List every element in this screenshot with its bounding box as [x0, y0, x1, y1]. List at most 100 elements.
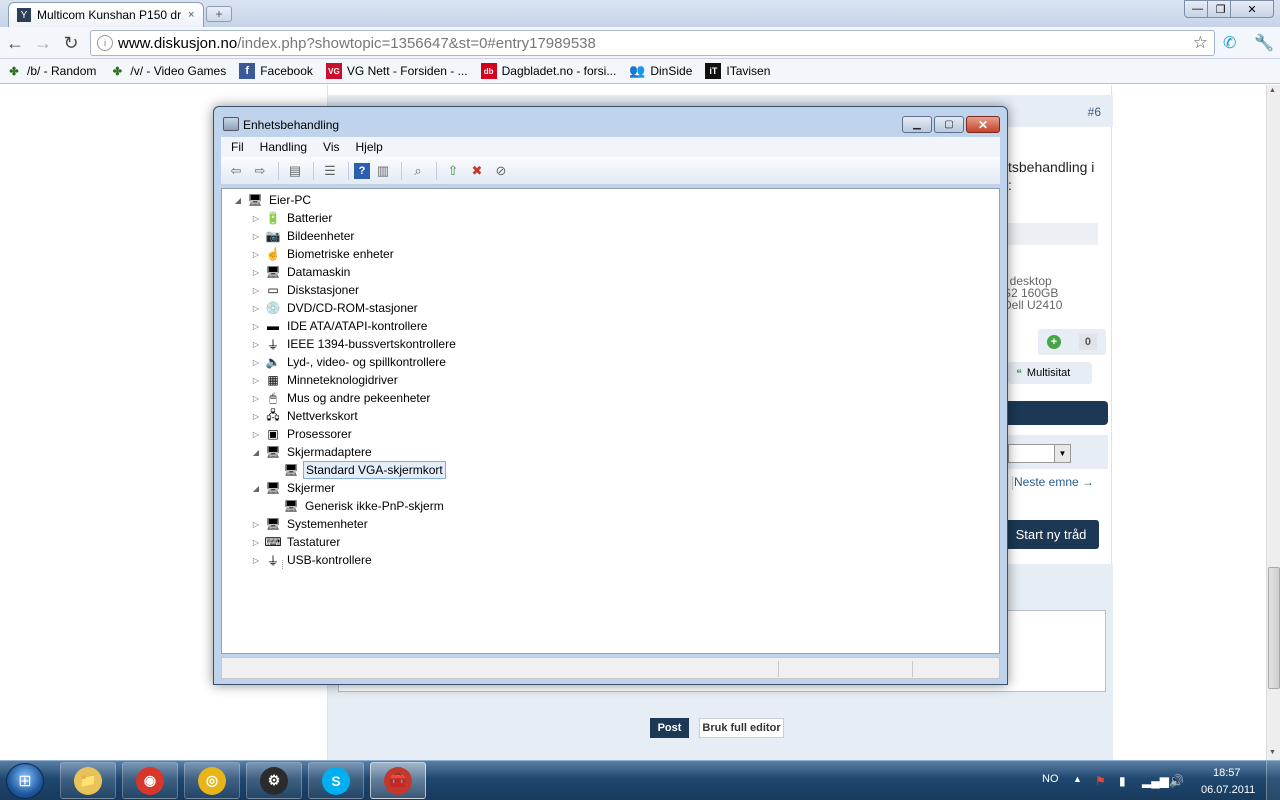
scroll-up-icon[interactable]: ▲	[1269, 87, 1276, 94]
tree-category[interactable]: ▷ 🖱 Mus og andre pekeenheter	[250, 389, 432, 407]
tree-category[interactable]: ▷ ☝ Biometriske enheter	[250, 245, 396, 263]
forward-button[interactable]: →	[32, 32, 54, 54]
bookmark-dagbladet[interactable]: db Dagbladet.no - forsi...	[480, 63, 616, 79]
network-signal-icon[interactable]: ▂▄▆	[1142, 774, 1169, 788]
expand-arrow-icon[interactable]: ▷	[250, 538, 262, 547]
tree-category[interactable]: ▷ ⏚ USB-kontrollere	[250, 551, 374, 569]
post-number-link[interactable]: #6	[1088, 105, 1101, 119]
forward-arrow-icon[interactable]: ⇨	[249, 161, 271, 181]
tree-category[interactable]: ▷ ▭ Diskstasjoner	[250, 281, 361, 299]
rep-plus-icon[interactable]: +	[1046, 335, 1061, 349]
power-icon[interactable]: ▮	[1119, 774, 1126, 788]
bookmark-b-random[interactable]: ✤ /b/ - Random	[6, 63, 96, 79]
properties-icon[interactable]: ☰	[319, 161, 341, 181]
action-center-icon[interactable]: ⚑	[1095, 774, 1106, 788]
show-hidden-icons-icon[interactable]: ▲	[1073, 774, 1082, 784]
uninstall-icon[interactable]: ✖	[466, 161, 488, 181]
tree-category[interactable]: ▷ 💿 DVD/CD-ROM-stasjoner	[250, 299, 420, 317]
scan-hardware-icon[interactable]: ⌕	[407, 161, 429, 181]
expand-arrow-icon[interactable]: ▷	[250, 430, 262, 439]
tree-category[interactable]: ▷ 🖥 Datamaskin	[250, 263, 352, 281]
device-manager-titlebar[interactable]: Enhetsbehandling ▁ ▢ ✕	[214, 107, 1007, 137]
close-button[interactable]: ✕	[966, 116, 1000, 133]
volume-icon[interactable]: 🔊	[1169, 774, 1184, 788]
menu-handling[interactable]: Handling	[260, 140, 307, 154]
expand-arrow-icon[interactable]: ▷	[250, 268, 262, 277]
address-bar[interactable]: i www.diskusjon.no/index.php?showtopic=1…	[90, 30, 1215, 56]
browser-tab[interactable]: Y Multicom Kunshan P150 dr ×	[8, 2, 204, 27]
tree-device[interactable]: 🖥 Generisk ikke-PnP-skjerm	[268, 497, 446, 515]
taskbar-app-explorer[interactable]: 📁	[60, 762, 116, 799]
clock-date[interactable]: 06.07.2011	[1201, 784, 1255, 796]
tree-category[interactable]: ◢ 🖥 Skjermadaptere	[250, 443, 374, 461]
help-icon[interactable]: ?	[354, 162, 370, 179]
full-editor-button[interactable]: Bruk full editor	[699, 718, 784, 738]
expand-arrow-icon[interactable]: ▷	[250, 376, 262, 385]
tree-category[interactable]: ▷ ▦ Minneteknologidriver	[250, 371, 400, 389]
maximize-button[interactable]: ▢	[934, 116, 964, 133]
taskbar-app-media[interactable]: ◎	[184, 762, 240, 799]
multiquote-button[interactable]: ❝ Multisitat	[1008, 362, 1092, 384]
bookmark-v-video-games[interactable]: ✤ /v/ - Video Games	[109, 63, 226, 79]
update-driver-icon[interactable]: ⇧	[442, 161, 464, 181]
forum-jump-select[interactable]: ▼	[1008, 444, 1071, 463]
expand-arrow-icon[interactable]: ▷	[250, 358, 262, 367]
collapse-arrow-icon[interactable]: ◢	[232, 196, 244, 205]
disable-device-icon[interactable]: ⊘	[490, 161, 512, 181]
expand-arrow-icon[interactable]: ▷	[250, 304, 262, 313]
tree-category[interactable]: ▷ 🖥 Systemenheter	[250, 515, 370, 533]
bookmark-facebook[interactable]: f Facebook	[239, 63, 313, 79]
show-action-pane-icon[interactable]: ▥	[372, 161, 394, 181]
expand-arrow-icon[interactable]: ▷	[250, 322, 262, 331]
tree-category[interactable]: ▷ ▬ IDE ATA/ATAPI-kontrollere	[250, 317, 429, 335]
start-new-thread-button[interactable]: Start ny tråd	[1003, 520, 1099, 549]
chevron-down-icon[interactable]: ▼	[1054, 445, 1070, 462]
taskbar-app-chrome[interactable]: ◉	[122, 762, 178, 799]
bookmark-dinside[interactable]: 👥 DinSide	[629, 63, 692, 79]
expand-arrow-icon[interactable]: ▷	[250, 286, 262, 295]
tree-category[interactable]: ▷ ▣ Prosessorer	[250, 425, 354, 443]
menu-fil[interactable]: Fil	[231, 140, 244, 154]
back-button[interactable]: ←	[4, 32, 26, 54]
menu-vis[interactable]: Vis	[323, 140, 339, 154]
reload-button[interactable]: ↻	[60, 32, 82, 54]
window-close-button[interactable]: ✕	[1230, 0, 1274, 18]
expand-arrow-icon[interactable]: ▷	[250, 214, 262, 223]
expand-arrow-icon[interactable]: ▷	[250, 520, 262, 529]
language-indicator[interactable]: NO	[1042, 773, 1059, 785]
page-scrollbar[interactable]: ▲ ▼	[1266, 85, 1280, 760]
next-topic-link[interactable]: Neste emne →	[1014, 475, 1094, 489]
expand-arrow-icon[interactable]: ▷	[250, 340, 262, 349]
tree-category[interactable]: ▷ 🖧 Nettverkskort	[250, 407, 360, 425]
wrench-menu-icon[interactable]: 🔧	[1254, 33, 1274, 53]
collapse-arrow-icon[interactable]: ◢	[250, 484, 262, 493]
bookmark-star-icon[interactable]: ☆	[1193, 33, 1208, 53]
tree-category[interactable]: ▷ 🔋 Batterier	[250, 209, 334, 227]
scroll-thumb[interactable]	[1268, 567, 1280, 689]
taskbar-app-skype[interactable]: S	[308, 762, 364, 799]
clock-time[interactable]: 18:57	[1213, 767, 1241, 779]
scroll-down-icon[interactable]: ▼	[1269, 749, 1276, 756]
minimize-button[interactable]: ▁	[902, 116, 932, 133]
tab-close-icon[interactable]: ×	[188, 9, 194, 21]
show-desktop-button[interactable]	[1266, 761, 1280, 800]
menu-hjelp[interactable]: Hjelp	[356, 140, 383, 154]
tree-root[interactable]: ◢ 🖥 Eier-PC	[232, 191, 313, 209]
device-tree[interactable]: ◢ 🖥 Eier-PC ▷ 🔋 Batterier ▷ 📷 Bildeenheter ▷ ☝ Biom…	[221, 188, 1000, 654]
skype-extension-icon[interactable]: ✆	[1223, 33, 1236, 53]
expand-arrow-icon[interactable]: ▷	[250, 394, 262, 403]
tree-device[interactable]: 🖥 Standard VGA-skjermkort	[268, 461, 446, 479]
tree-category[interactable]: ▷ ⏚ IEEE 1394-bussvertskontrollere	[250, 335, 458, 353]
expand-arrow-icon[interactable]: ▷	[250, 412, 262, 421]
post-button[interactable]: Post	[650, 718, 689, 738]
bookmark-itavisen[interactable]: iT ITavisen	[705, 63, 770, 79]
tree-category[interactable]: ▷ 🔈 Lyd-, video- og spillkontrollere	[250, 353, 448, 371]
new-tab-button[interactable]: +	[206, 6, 232, 22]
show-hide-console-tree-icon[interactable]: ▤	[284, 161, 306, 181]
page-info-icon[interactable]: i	[97, 35, 113, 51]
expand-arrow-icon[interactable]: ▷	[250, 556, 262, 565]
collapse-arrow-icon[interactable]: ◢	[250, 448, 262, 457]
taskbar-app-device-manager[interactable]: 🧰	[370, 762, 426, 799]
back-arrow-icon[interactable]: ⇦	[225, 161, 247, 181]
start-button[interactable]: ⊞	[6, 763, 44, 799]
